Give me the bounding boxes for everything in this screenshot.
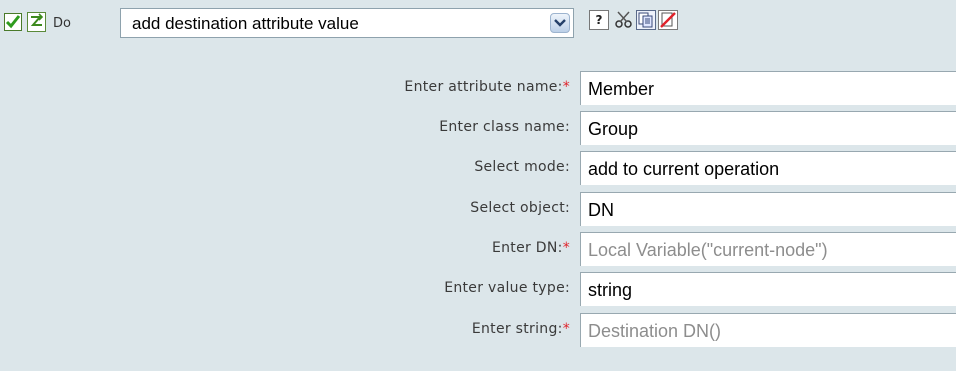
- field-value: DN: [588, 200, 614, 220]
- chevron-down-icon[interactable]: [550, 13, 570, 33]
- delete-icon[interactable]: [658, 10, 678, 30]
- do-label: Do: [53, 16, 71, 31]
- field-input[interactable]: Member: [580, 71, 956, 105]
- field-input[interactable]: add to current operation: [580, 151, 956, 185]
- field-label: Select object:: [470, 200, 570, 216]
- field-input[interactable]: Destination DN(): [580, 313, 956, 347]
- field-label-text: Enter attribute name:: [404, 79, 563, 95]
- action-toolbar: Do add destination attribute value ?: [0, 0, 956, 42]
- field-label-text: Enter value type:: [444, 280, 570, 296]
- form-row: Select mode: add to current operation: [0, 149, 956, 187]
- field-placeholder: Destination DN(): [588, 321, 722, 341]
- field-placeholder: Local Variable("current-node"): [588, 240, 828, 260]
- action-select[interactable]: add destination attribute value: [120, 8, 574, 38]
- field-label-text: Enter class name:: [439, 119, 570, 135]
- toggle-icon[interactable]: [27, 12, 46, 32]
- field-input[interactable]: Local Variable("current-node"): [580, 232, 956, 266]
- checkmark-icon[interactable]: [4, 13, 22, 31]
- field-label-text: Select mode:: [474, 159, 570, 175]
- field-input[interactable]: string: [580, 272, 956, 306]
- form-row: Enter class name: Group: [0, 109, 956, 147]
- field-value: Member: [588, 79, 655, 99]
- form-row: Select object: DN: [0, 190, 956, 228]
- field-value: add to current operation: [588, 159, 780, 179]
- field-value: Group: [588, 119, 639, 139]
- field-label: Enter value type:: [444, 280, 570, 296]
- form-row: Enter DN:* Local Variable("current-node"): [0, 230, 956, 268]
- field-label-text: Enter DN:: [491, 240, 563, 256]
- field-input[interactable]: DN: [580, 192, 956, 226]
- action-select-value: add destination attribute value: [132, 14, 359, 33]
- required-marker: *: [562, 240, 570, 256]
- field-label-text: Enter string:: [471, 321, 563, 337]
- field-label: Enter attribute name:*: [404, 79, 570, 95]
- action-panel: Do add destination attribute value ? Ent…: [0, 0, 956, 371]
- copy-icon[interactable]: [636, 10, 656, 30]
- field-label: Enter DN:*: [492, 240, 570, 256]
- field-label: Select mode:: [474, 159, 570, 175]
- required-marker: *: [562, 321, 570, 337]
- form-row: Enter string:* Destination DN(): [0, 311, 956, 349]
- form-row: Enter value type: string: [0, 270, 956, 308]
- required-marker: *: [562, 79, 570, 95]
- field-value: string: [588, 280, 633, 300]
- form-row: Enter attribute name:* Member: [0, 69, 956, 107]
- field-label: Enter class name:: [439, 119, 570, 135]
- field-input[interactable]: Group: [580, 111, 956, 145]
- field-label-text: Select object:: [470, 200, 570, 216]
- help-icon[interactable]: ?: [589, 10, 609, 30]
- field-label: Enter string:*: [472, 321, 570, 337]
- scissors-icon[interactable]: [614, 10, 634, 30]
